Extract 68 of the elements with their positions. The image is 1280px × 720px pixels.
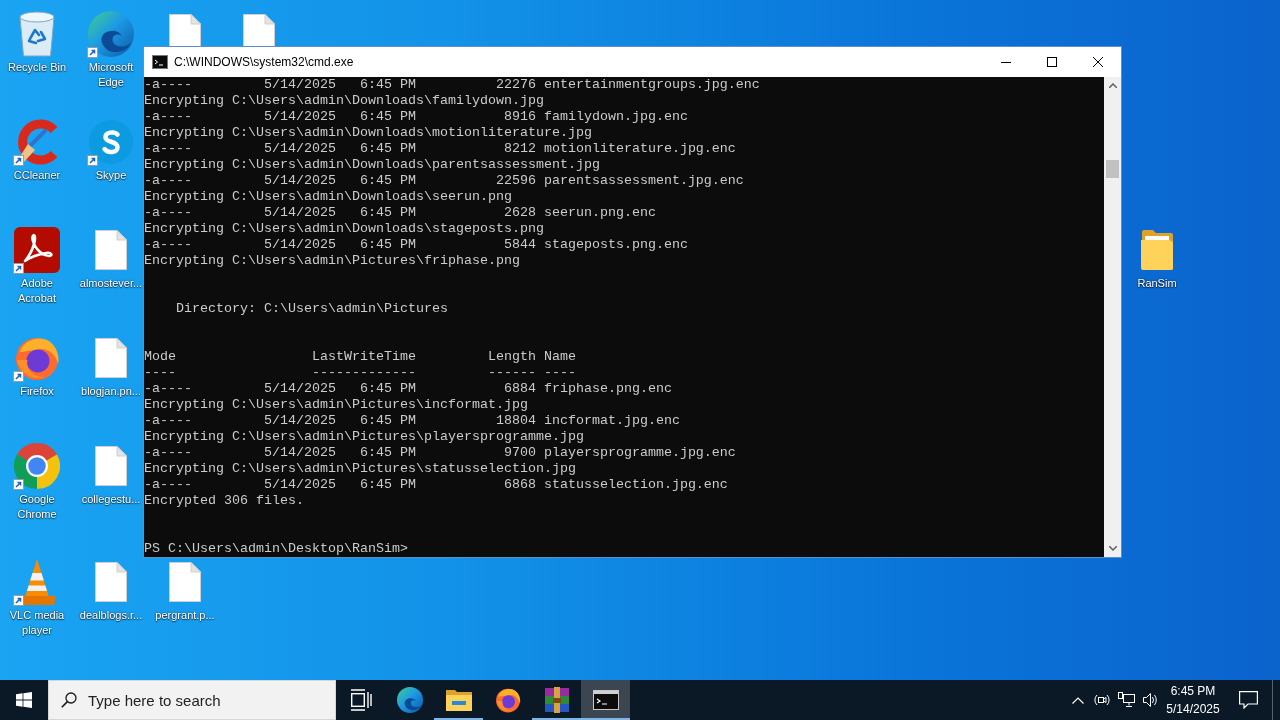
segmented-circle-icon: [14, 443, 60, 489]
taskbar-button[interactable]: [581, 680, 630, 720]
flame-globe-icon: [14, 335, 60, 381]
scrollbar-thumb[interactable]: [1106, 160, 1119, 178]
desktop-item[interactable]: pergrant.p...: [153, 558, 217, 623]
desktop-item[interactable]: Recycle Bin: [5, 10, 69, 75]
desktop-item[interactable]: Firefox: [5, 334, 69, 399]
console-line: -a---- 5/14/2025 6:45 PM 22276 entertainmentgroups.jpg.enc: [144, 77, 760, 93]
caret-up-icon: [1108, 83, 1117, 88]
desktop-item[interactable]: dealblogs.r...: [79, 558, 143, 623]
camera-icon: [1094, 692, 1110, 708]
console-line: -a---- 5/14/2025 6:45 PM 6868 statusselection.jpg.enc: [144, 477, 728, 493]
flame-globe-icon: [494, 687, 521, 713]
window-title: C:\WINDOWS\system32\cmd.exe: [174, 55, 354, 69]
console-line: -a---- 5/14/2025 6:45 PM 8916 familydown.jpg.enc: [144, 109, 688, 125]
console-line: Directory: C:\Users\admin\Pictures: [175, 301, 448, 317]
scrollbar[interactable]: [1104, 77, 1121, 557]
desktop-item[interactable]: Adobe Acrobat: [5, 226, 69, 306]
console-line: Encrypting C:\Users\admin\Pictures\statusselection.jpg: [144, 461, 576, 477]
minimize-icon: [1001, 61, 1011, 63]
clock[interactable]: 6:45 PM 5/14/2025: [1162, 680, 1224, 720]
chevron-up-icon: [1072, 696, 1084, 704]
desktop-item[interactable]: CCleaner: [5, 118, 69, 183]
s-logo-icon: [89, 120, 133, 164]
task-view-icon: [349, 689, 372, 711]
search-field[interactable]: Type here to search: [48, 680, 336, 720]
caret-down-icon: [1108, 546, 1117, 551]
console-line: PS C:\Users\admin\Desktop\RanSim>: [144, 541, 408, 557]
desktop-item[interactable]: Google Chrome: [5, 442, 69, 522]
desktop-item[interactable]: Microsoft Edge: [79, 10, 143, 90]
console-line: Encrypting C:\Users\admin\Downloads\motionliterature.jpg: [144, 125, 592, 141]
volume-icon: [1142, 692, 1158, 708]
console-line: Encrypting C:\Users\admin\Downloads\seerun.png: [144, 189, 512, 205]
console-line: -a---- 5/14/2025 6:45 PM 9700 playersprogramme.jpg.enc: [144, 445, 736, 461]
console-line: -a---- 5/14/2025 6:45 PM 18804 incformat.jpg.enc: [144, 413, 680, 429]
console-line: -a---- 5/14/2025 6:45 PM 2628 seerun.png.enc: [144, 205, 656, 221]
wave-logo-icon: [88, 11, 134, 57]
desktop-item[interactable]: RanSim: [1125, 226, 1189, 291]
book-stack-icon: [543, 687, 570, 713]
network-icon: [1117, 692, 1135, 708]
terminal-icon: [592, 690, 619, 710]
console-line: Encrypting C:\Users\admin\Downloads\stageposts.png: [144, 221, 544, 237]
console-line: Encrypted 306 files.: [144, 493, 304, 509]
console-line: ---- ------------- ------ ----: [144, 365, 576, 381]
desktop-item[interactable]: blogjan.pn...: [79, 334, 143, 399]
close-icon: [1093, 57, 1103, 67]
terminal-icon: [152, 55, 168, 69]
speech-bubble-icon: [1238, 691, 1258, 709]
maximize-icon: [1047, 57, 1057, 67]
console-line: -a---- 5/14/2025 6:45 PM 8212 motionliterature.jpg.enc: [144, 141, 736, 157]
console-line: Mode LastWriteTime Length Name: [144, 349, 576, 365]
console-line: Encrypting C:\Users\admin\Downloads\familydown.jpg: [144, 93, 544, 109]
wave-logo-icon: [396, 687, 423, 713]
search-icon: [61, 692, 77, 708]
desktop-item[interactable]: Skype: [79, 118, 143, 183]
desktop-item[interactable]: collegestu...: [79, 442, 143, 507]
console-line: -a---- 5/14/2025 6:45 PM 6884 friphase.png.enc: [144, 381, 672, 397]
console-line: Encrypting C:\Users\admin\Pictures\friphase.png: [144, 253, 520, 269]
console-line: -a---- 5/14/2025 6:45 PM 22596 parentsassessment.jpg.enc: [144, 173, 744, 189]
windows-logo-icon: [16, 692, 32, 708]
document-app-icon: [14, 227, 60, 273]
console-line: Encrypting C:\Users\admin\Downloads\parentsassessment.jpg: [144, 157, 600, 173]
console-line: -a---- 5/14/2025 6:45 PM 5844 stageposts.png.enc: [144, 237, 688, 253]
desktop-item[interactable]: VLC media player: [5, 558, 69, 638]
console-line: Encrypting C:\Users\admin\Pictures\incformat.jpg: [144, 397, 528, 413]
folder-icon: [445, 689, 472, 711]
console-line: Encrypting C:\Users\admin\Pictures\playersprogramme.jpg: [144, 429, 584, 445]
desktop-item[interactable]: almostever...: [79, 226, 143, 291]
